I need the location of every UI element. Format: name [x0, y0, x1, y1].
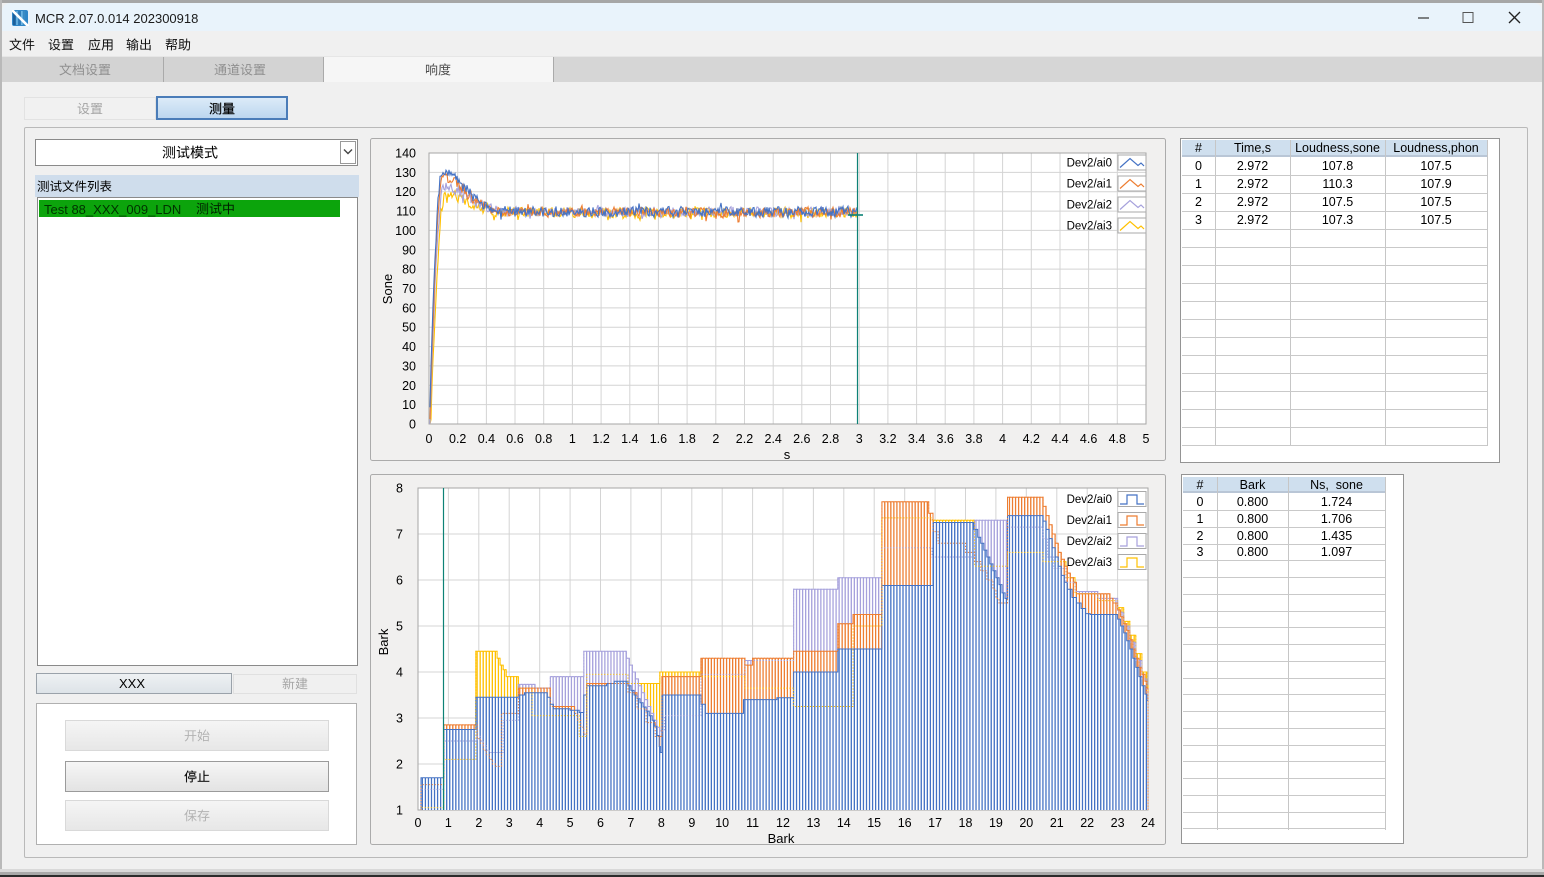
svg-text:21: 21 — [1050, 816, 1064, 830]
svg-text:Dev2/ai1: Dev2/ai1 — [1067, 179, 1112, 191]
svg-text:15: 15 — [867, 816, 881, 830]
svg-text:110: 110 — [396, 205, 416, 219]
svg-text:6: 6 — [396, 574, 403, 588]
svg-text:3.4: 3.4 — [908, 432, 925, 446]
svg-text:23: 23 — [1111, 816, 1125, 830]
svg-text:4: 4 — [999, 432, 1006, 446]
svg-text:7: 7 — [396, 528, 403, 542]
svg-text:4.4: 4.4 — [1051, 432, 1068, 446]
svg-text:3.2: 3.2 — [879, 432, 896, 446]
svg-text:4.8: 4.8 — [1109, 432, 1126, 446]
svg-text:17: 17 — [928, 816, 942, 830]
svg-text:Bark: Bark — [376, 628, 391, 655]
svg-text:120: 120 — [395, 185, 416, 199]
svg-text:4: 4 — [536, 816, 543, 830]
svg-text:18: 18 — [959, 816, 973, 830]
svg-text:19: 19 — [989, 816, 1003, 830]
svg-text:11: 11 — [746, 816, 759, 830]
svg-text:10: 10 — [715, 816, 729, 830]
svg-text:2.6: 2.6 — [793, 432, 810, 446]
svg-text:4.6: 4.6 — [1080, 432, 1097, 446]
svg-text:Dev2/ai2: Dev2/ai2 — [1067, 200, 1112, 212]
svg-text:30: 30 — [402, 359, 416, 373]
svg-text:60: 60 — [402, 301, 416, 315]
svg-text:5: 5 — [1143, 432, 1150, 446]
svg-text:1: 1 — [445, 816, 452, 830]
svg-text:0: 0 — [426, 432, 433, 446]
svg-text:7: 7 — [627, 816, 634, 830]
svg-text:0.6: 0.6 — [506, 432, 523, 446]
svg-text:Dev2/ai3: Dev2/ai3 — [1067, 221, 1112, 233]
svg-text:2: 2 — [396, 758, 403, 772]
svg-text:24: 24 — [1141, 816, 1155, 830]
svg-text:1.2: 1.2 — [592, 432, 609, 446]
svg-text:6: 6 — [597, 816, 604, 830]
svg-text:4.2: 4.2 — [1023, 432, 1040, 446]
svg-text:9: 9 — [688, 816, 695, 830]
svg-text:90: 90 — [402, 243, 416, 257]
svg-text:2.8: 2.8 — [822, 432, 839, 446]
svg-text:Dev2/ai3: Dev2/ai3 — [1067, 557, 1112, 569]
svg-text:3.6: 3.6 — [937, 432, 954, 446]
svg-text:1.4: 1.4 — [621, 432, 638, 446]
svg-text:Dev2/ai0: Dev2/ai0 — [1067, 158, 1112, 170]
svg-text:130: 130 — [395, 166, 416, 180]
svg-text:5: 5 — [567, 816, 574, 830]
svg-text:4: 4 — [396, 666, 403, 680]
svg-text:1: 1 — [396, 804, 403, 818]
svg-text:14: 14 — [837, 816, 851, 830]
svg-text:8: 8 — [396, 482, 403, 496]
svg-text:100: 100 — [395, 224, 416, 238]
svg-text:0: 0 — [415, 816, 422, 830]
svg-text:s: s — [784, 447, 791, 461]
svg-text:140: 140 — [395, 147, 416, 161]
svg-text:2: 2 — [712, 432, 719, 446]
svg-text:50: 50 — [402, 321, 416, 335]
svg-text:1.6: 1.6 — [650, 432, 667, 446]
svg-text:20: 20 — [402, 379, 416, 393]
svg-text:1: 1 — [569, 432, 576, 446]
svg-text:1.8: 1.8 — [678, 432, 695, 446]
svg-text:2.2: 2.2 — [736, 432, 753, 446]
svg-text:80: 80 — [402, 263, 416, 277]
svg-text:5: 5 — [396, 620, 403, 634]
svg-text:0.2: 0.2 — [449, 432, 466, 446]
svg-text:3: 3 — [856, 432, 863, 446]
svg-text:0.8: 0.8 — [535, 432, 552, 446]
svg-text:Dev2/ai0: Dev2/ai0 — [1067, 494, 1112, 506]
svg-text:0: 0 — [409, 418, 416, 432]
svg-text:22: 22 — [1080, 816, 1094, 830]
svg-text:0.4: 0.4 — [478, 432, 495, 446]
svg-text:8: 8 — [658, 816, 665, 830]
svg-text:Dev2/ai2: Dev2/ai2 — [1067, 536, 1112, 548]
svg-text:Sone: Sone — [380, 274, 395, 304]
svg-text:16: 16 — [898, 816, 912, 830]
svg-text:2: 2 — [475, 816, 482, 830]
svg-text:2.4: 2.4 — [765, 432, 782, 446]
svg-text:Bark: Bark — [768, 831, 795, 845]
svg-text:3: 3 — [396, 712, 403, 726]
svg-text:Dev2/ai1: Dev2/ai1 — [1067, 515, 1112, 527]
svg-text:3.8: 3.8 — [965, 432, 982, 446]
svg-text:40: 40 — [402, 340, 416, 354]
svg-text:10: 10 — [402, 398, 416, 412]
svg-text:12: 12 — [776, 816, 790, 830]
svg-text:3: 3 — [506, 816, 513, 830]
svg-text:13: 13 — [806, 816, 820, 830]
svg-text:20: 20 — [1019, 816, 1033, 830]
svg-text:70: 70 — [402, 282, 416, 296]
